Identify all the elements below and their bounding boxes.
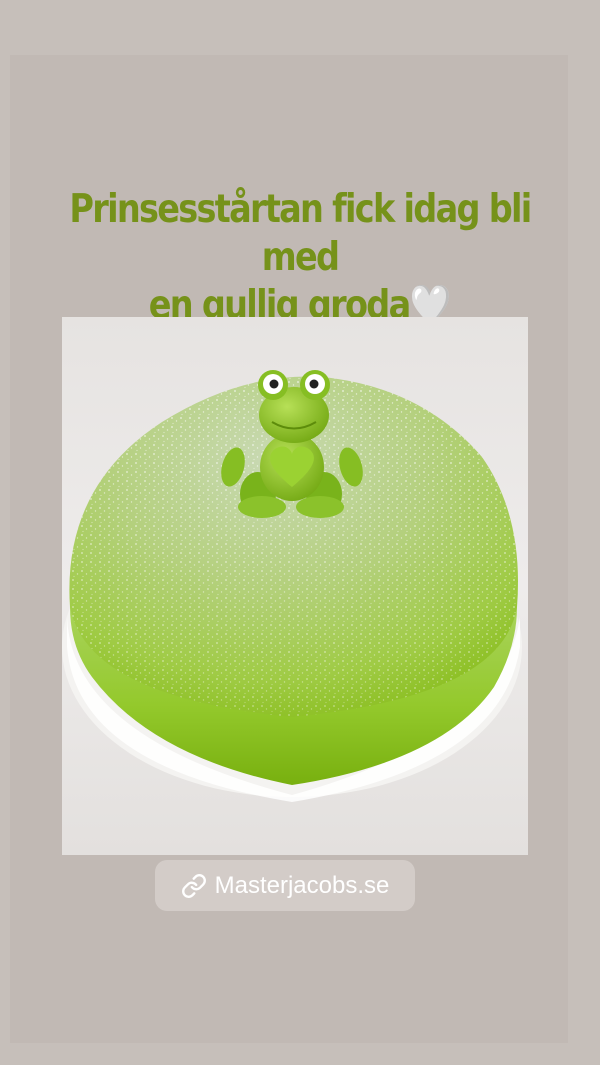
- caption-line-1: Prinsesstårtan fick idag bli med: [69, 187, 532, 280]
- story-caption: Prinsesstårtan fick idag bli med en gull…: [42, 186, 558, 330]
- link-icon: [181, 873, 207, 899]
- cake-photo: [62, 317, 528, 855]
- link-sticker-label: Masterjacobs.se: [214, 871, 390, 899]
- link-sticker[interactable]: Masterjacobs.se: [155, 860, 415, 911]
